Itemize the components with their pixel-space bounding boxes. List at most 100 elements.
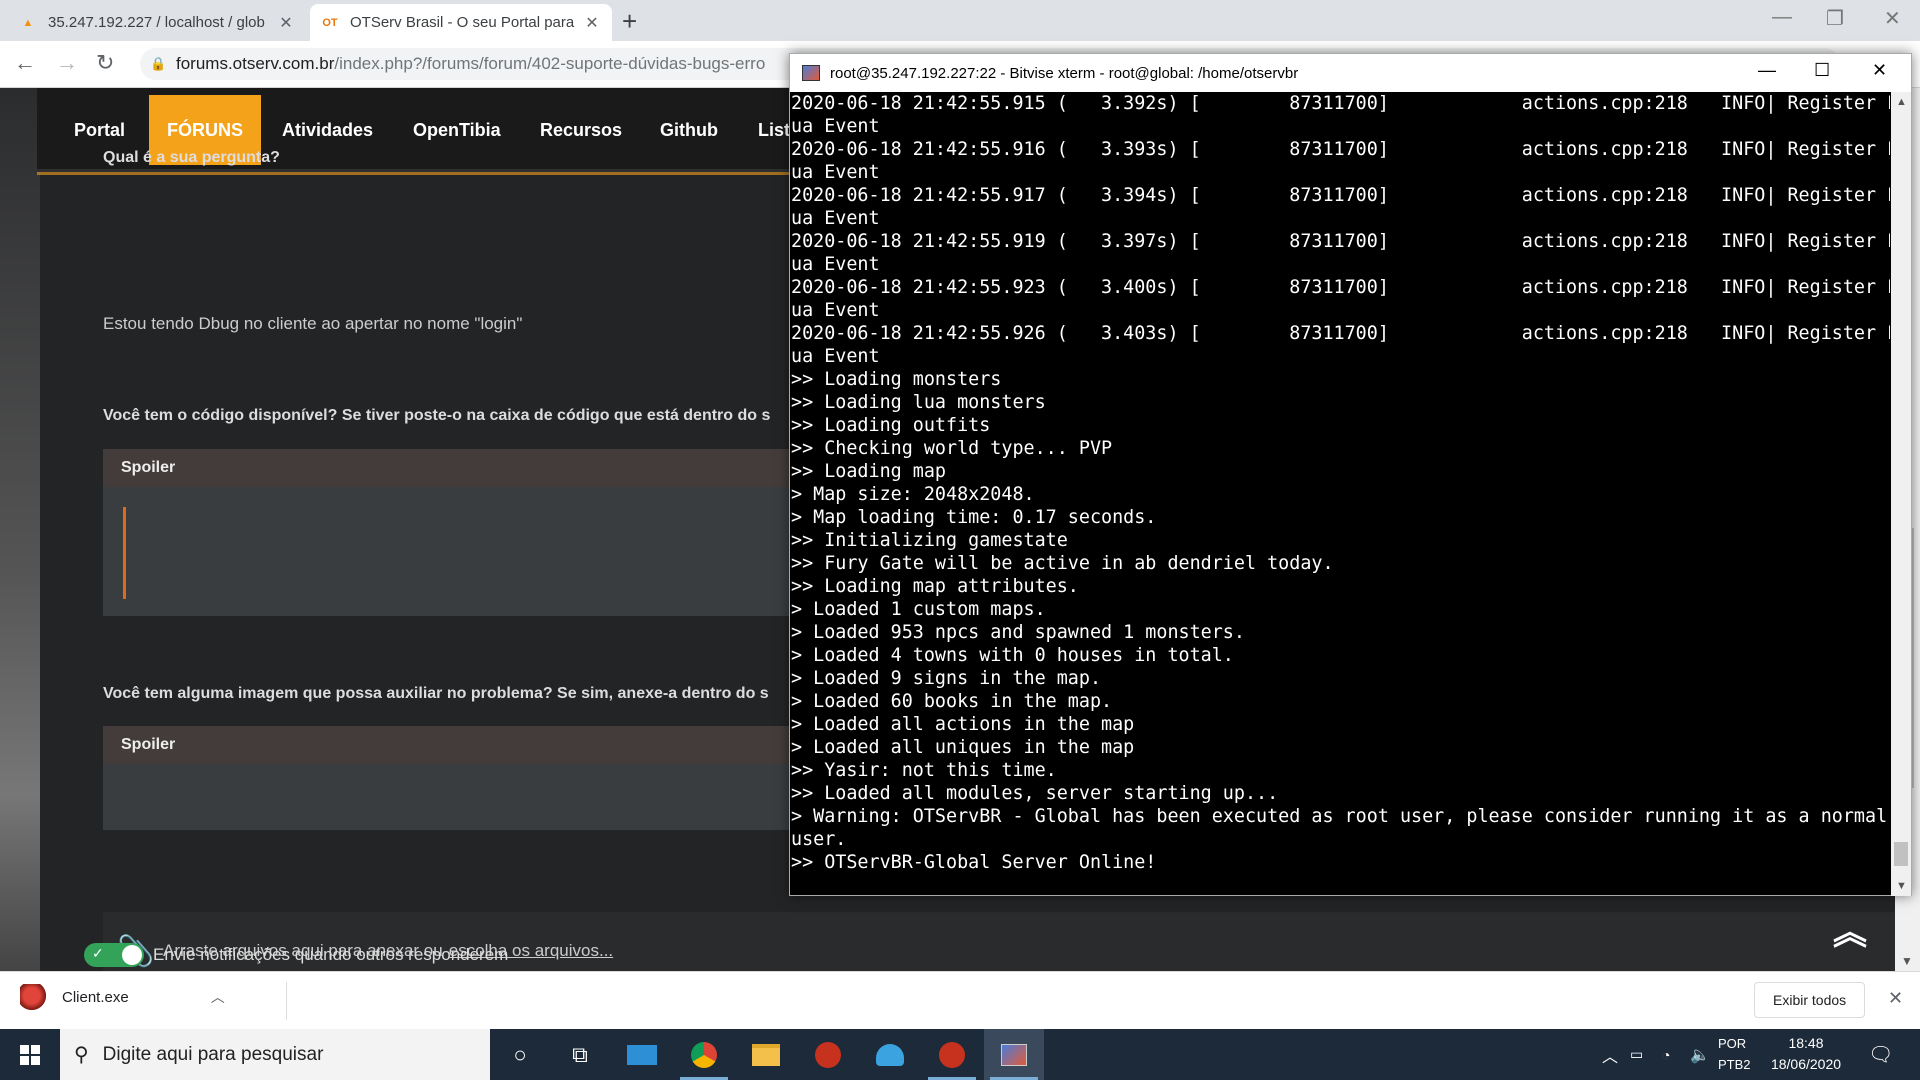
notify-label: Envie notificações quando outros respond… [153,945,509,964]
battery-icon[interactable]: ▭ [1630,1029,1643,1080]
taskbar-clock[interactable]: 18:48 18/06/2020 [1762,1033,1850,1075]
terminal-line: ua Event [791,208,880,229]
lock-icon: 🔒 [150,56,167,71]
scroll-up-arrow-icon[interactable]: ▲ [1896,96,1907,108]
toggle-knob [122,945,142,965]
nav-list[interactable]: List [758,88,790,172]
wifi-icon[interactable]: ◔ [1662,1029,1670,1080]
terminal-output[interactable]: 2020-06-18 21:42:55.915 ( 3.392s) [ 8731… [790,92,1890,896]
terminal-scrollbar-thumb[interactable] [1894,842,1908,866]
back-icon[interactable]: ← [14,50,36,76]
nav-atividades[interactable]: Atividades [282,88,373,172]
spoiler-quote-bar [123,507,126,599]
nav-github[interactable]: Github [660,88,718,172]
client-exe-icon [20,984,46,1010]
clock-time: 18:48 [1788,1035,1824,1051]
url-path: /index.php?/forums/forum/402-suporte-dúv… [334,54,766,73]
tab-title: OTServ Brasil - O seu Portal para [350,14,575,31]
bitvise-xterm-icon[interactable] [984,1029,1044,1080]
tab-phpmyadmin[interactable]: ▲ 35.247.192.227 / localhost / glob ✕ [8,4,306,41]
file-explorer-icon[interactable] [736,1029,796,1080]
terminal-line: >> Loading lua monsters [791,392,1046,413]
terminal-line: >> Loading map attributes. [791,576,1079,597]
maximize-icon[interactable]: ☐ [1814,60,1830,81]
close-tab-icon[interactable]: ✕ [276,13,296,33]
reload-icon[interactable]: ↻ [96,50,114,76]
close-download-shelf-icon[interactable]: ✕ [1888,988,1903,1009]
spoiler-title[interactable]: Spoiler [103,449,903,487]
terminal-line: >> Loaded all modules, server starting u… [791,783,1279,804]
start-button[interactable] [0,1029,60,1080]
download-filename: Client.exe [62,988,129,1006]
maximize-icon[interactable]: ❐ [1826,6,1844,31]
chrome-icon[interactable] [674,1029,734,1080]
terminal-line: >> Loading monsters [791,369,1002,390]
network-app-icon[interactable] [860,1029,920,1080]
chevron-up-icon[interactable]: ︿ [211,987,225,1007]
terminal-line: >> Loading outfits [791,415,991,436]
image-question-label: Você tem alguma imagem que possa auxilia… [103,685,769,702]
terminal-line: > Map loading time: 0.17 seconds. [791,507,1157,528]
terminal-line: > Loaded 9 signs in the map. [791,668,1102,689]
terminal-scrollbar[interactable]: ▲ ▼ [1891,92,1911,896]
taskbar-search[interactable]: ⚲ Digite aqui para pesquisar [60,1029,490,1080]
terminal-line: >> OTServBR-Global Server Online! [791,852,1157,873]
notify-toggle-row: ✓ Envie notificações quando outros respo… [84,943,508,967]
scroll-to-top-icon[interactable]: ︽ [1833,905,1867,954]
action-center-icon[interactable]: 🗨 [1868,1042,1893,1067]
divider [286,982,287,1020]
terminal-line: >> Initializing gamestate [791,530,1068,551]
bitvise-xterm-window[interactable]: root@35.247.192.227:22 - Bitvise xterm -… [789,53,1912,896]
new-tab-icon[interactable]: + [622,6,637,37]
minimize-icon[interactable]: — [1758,60,1776,81]
mail-icon[interactable] [612,1029,672,1080]
check-icon: ✓ [92,945,104,961]
background-art [0,88,40,971]
xterm-titlebar[interactable]: root@35.247.192.227:22 - Bitvise xterm -… [790,54,1911,92]
terminal-line: 2020-06-18 21:42:55.926 ( 3.403s) [ 8731… [791,323,1890,344]
image-spoiler-box[interactable]: Spoiler [103,726,903,830]
terminal-line: > Loaded 4 towns with 0 houses in total. [791,645,1234,666]
input-language[interactable]: POR PTB2 [1718,1033,1751,1075]
task-view-icon[interactable]: ⧉ [550,1029,610,1080]
terminal-line: ua Event [791,254,880,275]
close-tab-icon[interactable]: ✕ [582,13,602,33]
tab-otserv[interactable]: OT OTServ Brasil - O seu Portal para ✕ [310,4,612,41]
question-answer[interactable]: Estou tendo Dbug no cliente ao apertar n… [103,314,522,334]
terminal-line: > Map size: 2048x2048. [791,484,1035,505]
client-game-icon[interactable] [798,1029,858,1080]
client-game-icon[interactable] [922,1029,982,1080]
spoiler-title[interactable]: Spoiler [103,726,903,764]
close-window-icon[interactable]: ✕ [1884,6,1901,31]
nav-opentibia[interactable]: OpenTibia [413,88,501,172]
terminal-line: ua Event [791,346,880,367]
download-item[interactable]: Client.exe ︿ [20,984,225,1010]
forward-icon[interactable]: → [56,50,78,76]
nav-recursos[interactable]: Recursos [540,88,622,172]
terminal-line: > Loaded 953 npcs and spawned 1 monsters… [791,622,1245,643]
question-label: Qual é a sua pergunta? [103,149,280,166]
url-host: forums.otserv.com.br [176,54,335,73]
search-placeholder: Digite aqui para pesquisar [102,1043,324,1065]
download-shelf: Client.exe ︿ Exibir todos ✕ [0,971,1920,1029]
terminal-line: 2020-06-18 21:42:55.923 ( 3.400s) [ 8731… [791,277,1890,298]
terminal-line: ua Event [791,116,880,137]
terminal-line: > Loaded all actions in the map [791,714,1135,735]
cortana-icon[interactable]: ○ [490,1029,550,1080]
show-all-button[interactable]: Exibir todos [1754,982,1866,1018]
clock-date: 18/06/2020 [1770,1056,1842,1072]
code-spoiler-box[interactable]: Spoiler [103,449,903,616]
close-window-icon[interactable]: ✕ [1872,60,1887,81]
phpmyadmin-icon: ▲ [22,16,34,29]
tab-title: 35.247.192.227 / localhost / glob [48,14,265,31]
scroll-down-arrow-icon[interactable]: ▼ [1901,954,1913,968]
minimize-icon[interactable]: — [1772,6,1792,29]
terminal-line: > Loaded 60 books in the map. [791,691,1113,712]
terminal-line: 2020-06-18 21:42:55.919 ( 3.397s) [ 8731… [791,231,1890,252]
scroll-down-arrow-icon[interactable]: ▼ [1896,880,1907,892]
volume-icon[interactable]: 🔈 [1690,1029,1710,1080]
terminal-line: 2020-06-18 21:42:55.917 ( 3.394s) [ 8731… [791,185,1890,206]
show-hidden-icons-icon[interactable]: ︿ [1602,1029,1618,1080]
notify-toggle[interactable]: ✓ [84,943,144,967]
windows-taskbar: ⚲ Digite aqui para pesquisar ○ ⧉ ︿ ▭ ◔ 🔈… [0,1029,1920,1080]
